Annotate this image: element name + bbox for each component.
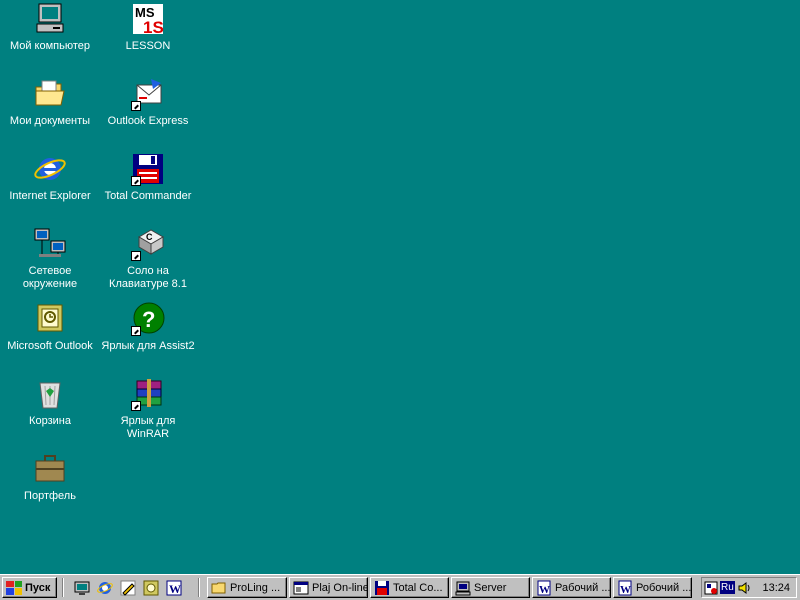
- task-button-label: Total Co...: [393, 581, 443, 594]
- language-indicator[interactable]: Ru: [720, 581, 735, 594]
- svg-text:W: W: [539, 584, 550, 596]
- desktop-icon-solo-keyboard[interactable]: C Соло на Клавиатуре 8.1: [100, 227, 196, 299]
- desktop-icon-label: Мой компьютер: [9, 40, 91, 52]
- task-button-label: ProLing ...: [230, 581, 281, 594]
- desktop-icon-label: Корзина: [29, 415, 71, 427]
- outlook-express-icon: [131, 77, 165, 111]
- task-button-label: Server: [474, 581, 507, 594]
- winrar-icon: [131, 377, 165, 411]
- desktop-icon-total-commander[interactable]: Total Commander: [100, 152, 196, 224]
- svg-text:C: C: [146, 232, 153, 242]
- task-button-total-commander[interactable]: Total Co...: [370, 577, 449, 598]
- floppy-disk-icon: [131, 152, 165, 186]
- quicklaunch-internet-explorer-icon[interactable]: [96, 579, 114, 597]
- svg-text:?: ?: [142, 307, 155, 332]
- tray-app-icon[interactable]: [704, 581, 718, 595]
- desktop-icon-my-computer[interactable]: Мой компьютер: [2, 2, 98, 74]
- help-question-icon: ?: [131, 302, 165, 336]
- taskbar: Пуск W ProLing ... Plaj On-line Total Co…: [0, 574, 800, 600]
- desktop-icon-label: LESSON: [125, 40, 171, 52]
- shortcut-arrow-icon: [131, 251, 141, 261]
- desktop-icon-my-documents[interactable]: Мои документы: [2, 77, 98, 149]
- shortcut-arrow-icon: [131, 101, 141, 111]
- task-button-server[interactable]: Server: [451, 577, 530, 598]
- folder-documents-icon: [33, 77, 67, 111]
- speaker-icon[interactable]: [737, 581, 751, 595]
- desktop-icon-winrar[interactable]: Ярлык для WinRAR: [100, 377, 196, 449]
- taskbar-separator: [62, 578, 64, 597]
- desktop-icon-recycle-bin[interactable]: Корзина: [2, 377, 98, 449]
- desktop-icon-label: Портфель: [24, 490, 76, 502]
- outlook-icon: [33, 302, 67, 336]
- desktop-icon-microsoft-outlook[interactable]: Microsoft Outlook: [2, 302, 98, 374]
- desktop-icon-label: Total Commander: [104, 190, 192, 202]
- desktop: Мой компьютер Мои документы Internet Exp…: [0, 0, 800, 574]
- svg-text:W: W: [620, 584, 631, 596]
- desktop-icon-label: Ярлык для WinRAR: [120, 415, 176, 440]
- quicklaunch-outlook-icon[interactable]: [142, 579, 160, 597]
- word-document-icon: W: [618, 580, 632, 596]
- quicklaunch-show-desktop-icon[interactable]: [73, 579, 91, 597]
- task-button-label: Рабочий ...: [555, 581, 611, 594]
- desktop-icon-internet-explorer[interactable]: Internet Explorer: [2, 152, 98, 224]
- task-button-label: Plaj On-line: [312, 581, 368, 594]
- internet-explorer-icon: [33, 152, 67, 186]
- network-icon: [33, 227, 67, 261]
- task-button-word-robochiy[interactable]: W Робочий ...: [613, 577, 692, 598]
- keyboard-key-icon: C: [131, 227, 165, 261]
- desktop-icon-outlook-express[interactable]: Outlook Express: [100, 77, 196, 149]
- briefcase-icon: [33, 452, 67, 486]
- shortcut-arrow-icon: [131, 176, 141, 186]
- svg-text:1S: 1S: [143, 18, 164, 36]
- task-button-proling[interactable]: ProLing ...: [207, 577, 287, 598]
- quicklaunch-word-icon[interactable]: W: [165, 579, 183, 597]
- shortcut-arrow-icon: [131, 326, 141, 336]
- app-window-icon: [293, 581, 309, 594]
- folder-icon: [211, 582, 226, 593]
- floppy-disk-icon: [375, 580, 389, 595]
- desktop-icon-label: Ярлык для Assist2: [101, 340, 195, 352]
- computer-icon: [455, 581, 471, 595]
- word-document-icon: W: [537, 580, 551, 596]
- recycle-bin-icon: [33, 377, 67, 411]
- start-button-label: Пуск: [25, 581, 51, 594]
- desktop-icon-label: Соло на Клавиатуре 8.1: [109, 265, 187, 290]
- start-button[interactable]: Пуск: [2, 577, 57, 598]
- quicklaunch-pencil-icon[interactable]: [119, 579, 137, 597]
- desktop-icon-network[interactable]: Сетевое окружение: [2, 227, 98, 299]
- system-tray: Ru 13:24: [701, 577, 797, 598]
- desktop-icon-lesson[interactable]: MS 1S LESSON: [100, 2, 196, 74]
- lesson-icon: MS 1S: [131, 2, 165, 36]
- desktop-icon-briefcase[interactable]: Портфель: [2, 452, 98, 524]
- desktop-icon-label: Internet Explorer: [9, 190, 91, 202]
- task-button-word-rabochiy[interactable]: W Рабочий ...: [532, 577, 611, 598]
- svg-text:W: W: [169, 582, 181, 596]
- clock[interactable]: 13:24: [762, 582, 790, 594]
- computer-icon: [33, 2, 67, 36]
- desktop-icon-label: Сетевое окружение: [22, 265, 78, 290]
- task-button-plaj-online[interactable]: Plaj On-line: [289, 577, 368, 598]
- windows-logo-icon: [6, 580, 22, 595]
- desktop-icon-label: Мои документы: [9, 115, 91, 127]
- desktop-icon-label: Microsoft Outlook: [7, 340, 93, 352]
- shortcut-arrow-icon: [131, 401, 141, 411]
- task-button-label: Робочий ...: [636, 581, 692, 594]
- desktop-icon-label: Outlook Express: [107, 115, 189, 127]
- desktop-icon-assist2[interactable]: ? Ярлык для Assist2: [100, 302, 196, 374]
- taskbar-separator: [198, 578, 200, 597]
